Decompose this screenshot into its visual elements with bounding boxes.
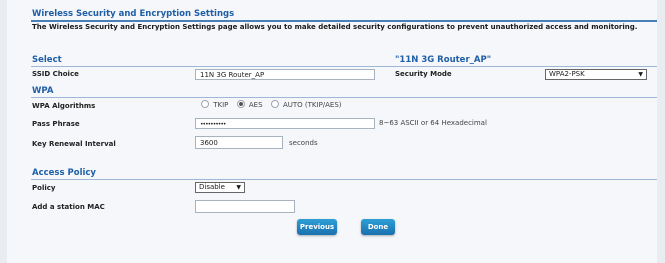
divider [31,97,657,98]
select-section-title: Select [32,55,62,65]
wpa-algorithms-group: TKIP AES AUTO (TKIP/AES) [199,100,342,109]
station-mac-label: Add a station MAC [32,203,105,211]
station-mac-field[interactable] [195,200,295,213]
ssid-choice-field[interactable]: 11N 3G Router_AP [195,69,375,80]
wireless-security-page: Wireless Security and Encryption Setting… [7,0,657,263]
chevron-down-icon: ▼ [638,71,643,78]
done-button[interactable]: Done [361,219,395,235]
wpa-algorithms-label: WPA Algorithms [32,102,96,110]
radio-aes-label: AES [248,101,263,109]
ssid-heading: "11N 3G Router_AP" [395,55,492,65]
divider [31,179,657,180]
security-mode-value: WPA2-PSK [549,70,585,78]
pass-phrase-field[interactable]: •••••••••• [195,118,375,129]
policy-select[interactable]: Disable ▼ [195,182,245,193]
divider [31,66,657,67]
pass-phrase-hint: 8~63 ASCII or 64 Hexadecimal [379,119,487,127]
key-renewal-label: Key Renewal Interval [32,140,116,148]
radio-aes[interactable] [236,100,245,108]
security-mode-select[interactable]: WPA2-PSK ▼ [545,69,647,80]
chevron-down-icon: ▼ [236,184,241,191]
security-mode-label: Security Mode [395,70,452,78]
radio-tkip[interactable] [201,100,209,108]
divider [31,20,657,22]
policy-value: Disable [199,183,225,191]
page-title: Wireless Security and Encryption Setting… [32,9,235,19]
radio-auto-label: AUTO (TKIP/AES) [282,101,342,109]
radio-tkip-label: TKIP [213,101,229,109]
policy-label: Policy [32,184,56,192]
page-description: The Wireless Security and Encryption Set… [32,23,638,31]
access-policy-title: Access Policy [32,168,96,178]
radio-auto[interactable] [270,100,279,108]
ssid-choice-label: SSID Choice [32,70,79,78]
pass-phrase-label: Pass Phrase [32,120,80,128]
key-renewal-field[interactable]: 3600 [195,136,283,149]
key-renewal-unit: seconds [289,139,318,147]
previous-button[interactable]: Previous [297,219,337,235]
wpa-section-title: WPA [32,86,54,96]
